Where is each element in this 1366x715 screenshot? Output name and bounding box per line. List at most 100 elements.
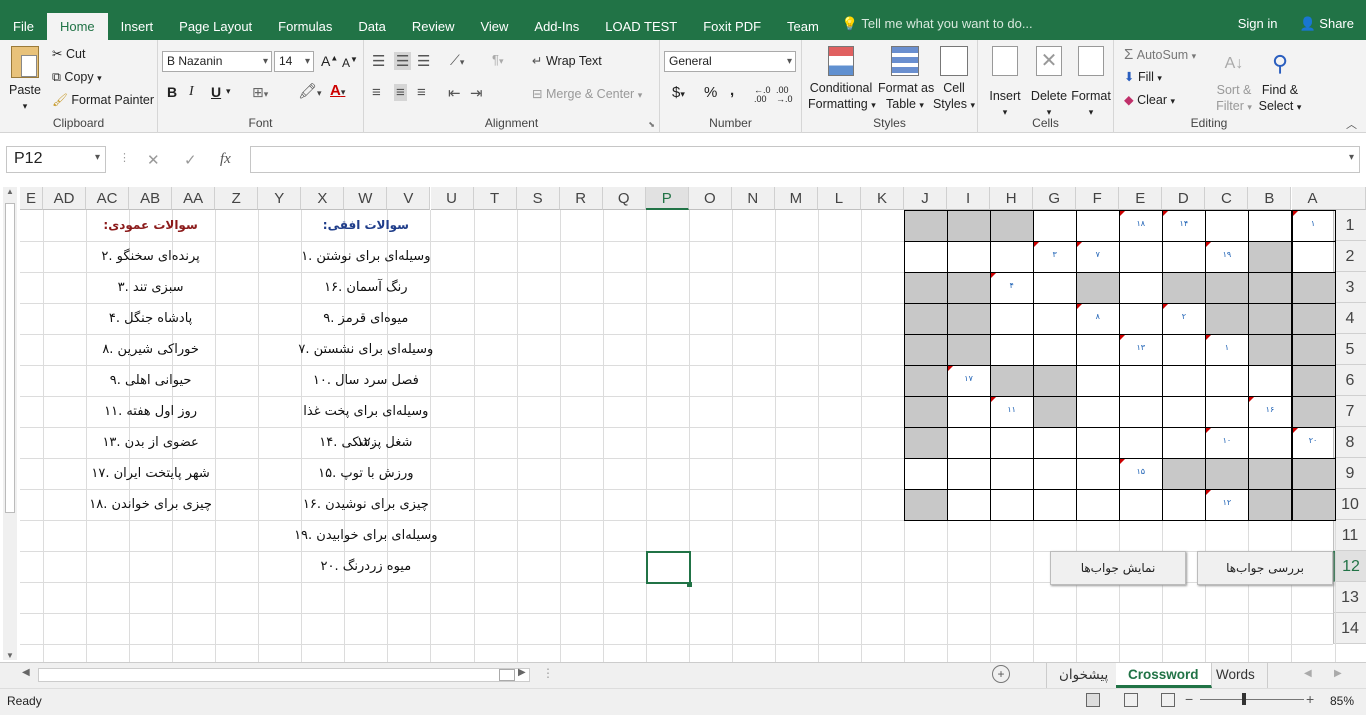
crossword-cell-b10[interactable] [1248,489,1293,521]
crossword-cell-j9[interactable] [904,458,949,490]
crossword-cell-f3[interactable] [1076,272,1121,304]
crossword-cell-h8[interactable] [990,427,1035,459]
underline-button[interactable]: U [211,84,221,100]
font-size-select[interactable]: 14 [274,51,314,72]
sign-in-link[interactable]: Sign in [1228,5,1288,43]
tab-split-icon[interactable]: ⋮ [542,666,554,680]
vertical-question[interactable]: پادشاه جنگل .۴ [78,303,223,334]
crossword-cell-e4[interactable] [1119,303,1164,335]
crossword-cell-f8[interactable] [1076,427,1121,459]
row-header-10[interactable]: 10 [1333,489,1366,520]
sort-filter-button[interactable]: A↓ Sort & Filter ▾ [1212,46,1256,115]
crossword-cell-a5[interactable] [1291,334,1336,366]
crossword-cell-c9[interactable] [1205,458,1250,490]
crossword-cell-f10[interactable] [1076,489,1121,521]
crossword-cell-c1[interactable] [1205,210,1250,242]
format-as-table-button[interactable]: Format as Table ▾ [878,46,934,113]
crossword-cell-d5[interactable] [1162,334,1207,366]
column-header-z[interactable]: Z [215,187,259,210]
crossword-cell-d9[interactable] [1162,458,1207,490]
select-all-corner[interactable] [1333,187,1366,210]
column-header-a[interactable]: A [1291,187,1335,210]
horizontal-question[interactable]: میوه‌ای قرمز .۹ [293,303,438,334]
crossword-cell-c7[interactable] [1205,396,1250,428]
vertical-question[interactable]: حیوانی اهلی .۹ [78,365,223,396]
share-button[interactable]: 👤 Share [1287,5,1366,43]
vertical-question[interactable]: خوراکی شیرین .۸ [78,334,223,365]
decrease-decimal-icon[interactable]: .00 →.0 [776,86,793,104]
crossword-cell-a6[interactable] [1291,365,1336,397]
crossword-cell-b8[interactable] [1248,427,1293,459]
row-header-9[interactable]: 9 [1333,458,1366,489]
row-header-5[interactable]: 5 [1333,334,1366,365]
copy-button[interactable]: ⧉ Copy ▾ [52,70,102,85]
tab-home[interactable]: Home [46,13,108,40]
horizontal-question[interactable]: وسیله‌ای برای نوشتن .۱ [293,241,438,272]
vertical-question[interactable]: روز اول هفته .۱۱ [78,396,223,427]
column-header-v[interactable]: V [387,187,431,210]
crossword-cell-b2[interactable] [1248,241,1293,273]
crossword-cell-b3[interactable] [1248,272,1293,304]
drag-handle-icon[interactable]: ⋮ [119,151,130,164]
tab-file[interactable]: File [0,8,47,40]
crossword-cell-g4[interactable] [1033,303,1078,335]
normal-view-icon[interactable] [1086,693,1100,707]
column-header-l[interactable]: L [817,187,861,210]
column-header-i[interactable]: I [947,187,991,210]
crossword-cell-i2[interactable] [947,241,992,273]
crossword-cell-c4[interactable] [1205,303,1250,335]
crossword-cell-d3[interactable] [1162,272,1207,304]
bold-button[interactable]: B [167,84,177,100]
crossword-cell-a4[interactable] [1291,303,1336,335]
text-direction-icon[interactable]: ¶▾ [492,52,504,67]
tab-page-layout[interactable]: Page Layout [166,8,265,40]
new-sheet-icon[interactable]: + [992,665,1010,683]
insert-function-icon[interactable]: fx [220,151,231,168]
crossword-cell-j6[interactable] [904,365,949,397]
crossword-cell-a9[interactable] [1291,458,1336,490]
tab-view[interactable]: View [467,8,521,40]
crossword-cell-e7[interactable] [1119,396,1164,428]
cell-styles-button[interactable]: Cell Styles ▾ [932,46,976,113]
column-header-e[interactable]: E [1119,187,1163,210]
align-middle-icon[interactable]: ☰ [394,52,412,70]
column-header-h[interactable]: H [990,187,1034,210]
scroll-up-icon[interactable]: ▲ [3,187,17,196]
tab-nav-left-icon[interactable]: ◀ [1304,668,1312,679]
crossword-cell-g9[interactable] [1033,458,1078,490]
crossword-cell-b4[interactable] [1248,303,1293,335]
crossword-cell-g10[interactable] [1033,489,1078,521]
crossword-cell-j10[interactable] [904,489,949,521]
crossword-cell-i10[interactable] [947,489,992,521]
scroll-thumb[interactable] [5,203,15,513]
crossword-cell-e10[interactable] [1119,489,1164,521]
crossword-cell-i7[interactable] [947,396,992,428]
horizontal-question[interactable]: چیزی برای نوشیدن .۱۶ [293,489,438,520]
crossword-cell-i9[interactable] [947,458,992,490]
crossword-cell-h6[interactable] [990,365,1035,397]
scroll-right-icon[interactable]: ▶ [518,667,526,678]
tab-foxit-pdf[interactable]: Foxit PDF [690,8,774,40]
page-layout-view-icon[interactable] [1124,693,1138,707]
row-header-6[interactable]: 6 [1333,365,1366,396]
crossword-cell-j5[interactable] [904,334,949,366]
horizontal-question[interactable]: ورزش با توپ .۱۵ [293,458,438,489]
crossword-cell-h5[interactable] [990,334,1035,366]
cancel-icon[interactable]: ✕ [147,151,160,169]
check-answers-button[interactable]: بررسی جواب‌ها [1197,551,1333,585]
crossword-cell-j1[interactable] [904,210,949,242]
crossword-cell-h2[interactable] [990,241,1035,273]
merge-center-button[interactable]: ⊟ Merge & Center ▾ [532,86,642,101]
crossword-cell-a10[interactable] [1291,489,1336,521]
crossword-cell-g3[interactable] [1033,272,1078,304]
scroll-down-icon[interactable]: ▼ [3,651,17,660]
font-name-select[interactable]: B Nazanin [162,51,272,72]
crossword-cell-f1[interactable] [1076,210,1121,242]
column-header-x[interactable]: X [301,187,345,210]
column-header-s[interactable]: S [516,187,560,210]
column-header-k[interactable]: K [861,187,904,210]
decrease-font-icon[interactable]: A▼ [342,55,358,70]
insert-cells-button[interactable]: Insert ▾ [984,46,1026,120]
column-header-m[interactable]: M [774,187,818,210]
vertical-question[interactable]: چیزی برای خواندن .۱۸ [78,489,223,520]
